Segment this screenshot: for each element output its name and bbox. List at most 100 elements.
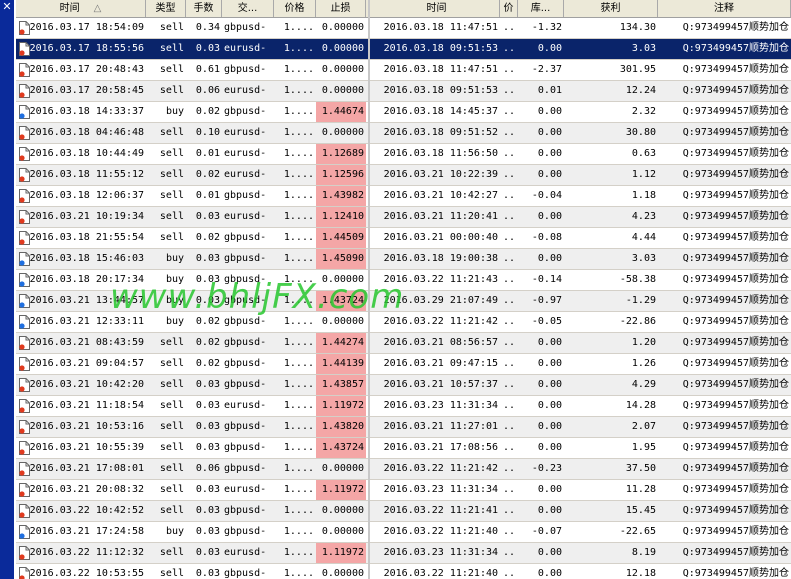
cell-open-time: 2016.03.21 17:24:58 <box>29 526 144 537</box>
column-header-price[interactable]: 价格 <box>274 0 316 17</box>
column-header-cp[interactable]: 价 <box>500 0 518 17</box>
cell-profit: 30.80 <box>625 127 656 138</box>
cell-lots: 0.02 <box>195 316 220 327</box>
cell-comment: Q:973499457顺势加仓 <box>682 547 789 558</box>
cell-symbol: eurusd- <box>224 127 267 138</box>
cell-symbol: gbpusd- <box>224 526 267 537</box>
table-row[interactable]: 2016.03.21 17:08:01 sell 0.06 gbpusd- 1.... 0… <box>16 459 791 480</box>
cell-cp: .. <box>502 253 516 264</box>
cell-price: 1.... <box>283 379 314 390</box>
column-header-type[interactable]: 类型 <box>146 0 186 17</box>
column-header-comment[interactable]: 注释 <box>658 0 791 17</box>
table-row[interactable]: 2016.03.21 10:53:16 sell 0.03 gbpusd- 1.... 1… <box>16 417 791 438</box>
cell-swap: -0.07 <box>531 526 562 537</box>
cell-sl: 1.44274 <box>316 333 366 353</box>
cell-comment: Q:973499457顺势加仓 <box>682 190 789 201</box>
table-row[interactable]: 2016.03.18 14:33:37 buy 0.02 gbpusd- 1.... 1.… <box>16 102 791 123</box>
cell-sl: 1.12410 <box>316 207 366 227</box>
cell-sl: 0.00000 <box>321 85 364 96</box>
cell-cp: .. <box>502 148 516 159</box>
cell-type: sell <box>159 379 184 390</box>
table-row[interactable]: 2016.03.22 10:53:55 sell 0.03 gbpusd- 1.... 0… <box>16 564 791 579</box>
cell-lots: 0.03 <box>195 526 220 537</box>
column-header-label: 获利 <box>600 3 621 14</box>
column-header-label: 手数 <box>193 3 214 14</box>
cell-close-time: 2016.03.18 11:47:51 <box>383 22 498 33</box>
cell-profit: 4.44 <box>631 232 656 243</box>
cell-cp: .. <box>502 484 516 495</box>
cell-comment: Q:973499457顺势加仓 <box>682 463 789 474</box>
cell-swap: 0.00 <box>537 547 562 558</box>
table-row[interactable]: 2016.03.21 17:24:58 buy 0.03 gbpusd- 1.... 0.… <box>16 522 791 543</box>
table-row[interactable]: 2016.03.21 09:04:57 sell 0.02 gbpusd- 1.... 1… <box>16 354 791 375</box>
cell-price: 1.... <box>283 232 314 243</box>
cell-swap: 0.01 <box>537 85 562 96</box>
cell-cp: .. <box>502 64 516 75</box>
cell-close-time: 2016.03.18 09:51:53 <box>383 43 498 54</box>
cell-sl: 1.12596 <box>316 165 366 185</box>
cell-price: 1.... <box>283 442 314 453</box>
table-row[interactable]: 2016.03.21 11:18:54 sell 0.03 eurusd- 1.... 1… <box>16 396 791 417</box>
table-row[interactable]: 2016.03.18 11:55:12 sell 0.02 eurusd- 1.... 1… <box>16 165 791 186</box>
column-header-profit[interactable]: 获利 <box>564 0 658 17</box>
cell-sl: 0.00000 <box>321 22 364 33</box>
cell-type: sell <box>159 337 184 348</box>
cell-price: 1.... <box>283 358 314 369</box>
cell-swap: -0.14 <box>531 274 562 285</box>
table-row[interactable]: 2016.03.21 10:19:34 sell 0.03 eurusd- 1.... 1… <box>16 207 791 228</box>
table-row[interactable]: 2016.03.18 10:44:49 sell 0.01 eurusd- 1.... 1… <box>16 144 791 165</box>
table-row[interactable]: 2016.03.18 15:46:03 buy 0.03 gbpusd- 1.... 1.… <box>16 249 791 270</box>
cell-close-time: 2016.03.21 11:20:41 <box>383 211 498 222</box>
cell-sl: 0.00000 <box>321 526 364 537</box>
table-row[interactable]: 2016.03.21 08:43:59 sell 0.02 gbpusd- 1.... 1… <box>16 333 791 354</box>
cell-swap: -1.32 <box>531 22 562 33</box>
table-row[interactable]: 2016.03.17 20:48:43 sell 0.61 gbpusd- 1.... 0… <box>16 60 791 81</box>
cell-comment: Q:973499457顺势加仓 <box>682 337 789 348</box>
column-header-symbol[interactable]: 交... <box>222 0 274 17</box>
table-row[interactable]: 2016.03.18 20:17:34 buy 0.03 gbpusd- 1.... 0.… <box>16 270 791 291</box>
cell-type: sell <box>159 442 184 453</box>
cell-swap: 0.00 <box>537 148 562 159</box>
cell-close-time: 2016.03.22 11:21:43 <box>383 274 498 285</box>
table-row[interactable]: 2016.03.17 18:55:56 sell 0.03 eurusd- 1.... 0… <box>16 39 791 60</box>
table-row[interactable]: 2016.03.21 13:44:57 buy 0.03 gbpusd- 1.... 1.… <box>16 291 791 312</box>
cell-lots: 0.02 <box>195 232 220 243</box>
close-icon[interactable]: ✕ <box>1 1 13 13</box>
cell-swap: 0.00 <box>537 43 562 54</box>
cell-open-time: 2016.03.17 20:48:43 <box>29 64 144 75</box>
table-row[interactable]: 2016.03.17 18:54:09 sell 0.34 gbpusd- 1.... 0… <box>16 18 791 39</box>
table-header: 时间 △ 类型 手数 交... 价格 止损 时间 价 库... 获利 注释 <box>16 0 791 18</box>
column-header-open-time[interactable]: 时间 △ <box>16 0 146 17</box>
column-header-swap[interactable]: 库... <box>518 0 564 17</box>
cell-type: sell <box>159 358 184 369</box>
table-row[interactable]: 2016.03.17 20:58:45 sell 0.06 eurusd- 1.... 0… <box>16 81 791 102</box>
cell-open-time: 2016.03.17 18:54:09 <box>29 22 144 33</box>
table-row[interactable]: 2016.03.21 10:42:20 sell 0.03 gbpusd- 1.... 1… <box>16 375 791 396</box>
table-row[interactable]: 2016.03.18 12:06:37 sell 0.01 gbpusd- 1.... 1… <box>16 186 791 207</box>
cell-open-time: 2016.03.22 10:53:55 <box>29 568 144 579</box>
table-row[interactable]: 2016.03.22 11:12:32 sell 0.03 eurusd- 1.... 1… <box>16 543 791 564</box>
cell-price: 1.... <box>283 211 314 222</box>
cell-lots: 0.03 <box>195 547 220 558</box>
table-row[interactable]: 2016.03.22 10:42:52 sell 0.03 gbpusd- 1.... 0… <box>16 501 791 522</box>
table-row[interactable]: 2016.03.18 21:55:54 sell 0.02 gbpusd- 1.... 1… <box>16 228 791 249</box>
cell-swap: 0.00 <box>537 106 562 117</box>
cell-symbol: gbpusd- <box>224 568 267 579</box>
cell-open-time: 2016.03.21 13:44:57 <box>29 295 144 306</box>
cell-close-time: 2016.03.21 10:42:27 <box>383 190 498 201</box>
table-row[interactable]: 2016.03.21 20:08:32 sell 0.03 eurusd- 1.... 1… <box>16 480 791 501</box>
table-row[interactable]: 2016.03.21 12:33:11 buy 0.02 gbpusd- 1.... 0.… <box>16 312 791 333</box>
column-header-sl[interactable]: 止损 <box>316 0 366 17</box>
cell-comment: Q:973499457顺势加仓 <box>682 106 789 117</box>
column-header-label: 库... <box>530 3 551 14</box>
table-row[interactable]: 2016.03.21 10:55:39 sell 0.03 gbpusd- 1.... 1… <box>16 438 791 459</box>
table-row[interactable]: 2016.03.18 04:46:48 sell 0.10 eurusd- 1.... 0… <box>16 123 791 144</box>
column-header-lots[interactable]: 手数 <box>186 0 222 17</box>
cell-open-time: 2016.03.18 21:55:54 <box>29 232 144 243</box>
cell-profit: 37.50 <box>625 463 656 474</box>
cell-close-time: 2016.03.21 09:47:15 <box>383 358 498 369</box>
column-header-close-time[interactable]: 时间 <box>374 0 500 17</box>
cell-profit: 1.95 <box>631 442 656 453</box>
cell-profit: 301.95 <box>619 64 656 75</box>
cell-close-time: 2016.03.18 09:51:53 <box>383 85 498 96</box>
